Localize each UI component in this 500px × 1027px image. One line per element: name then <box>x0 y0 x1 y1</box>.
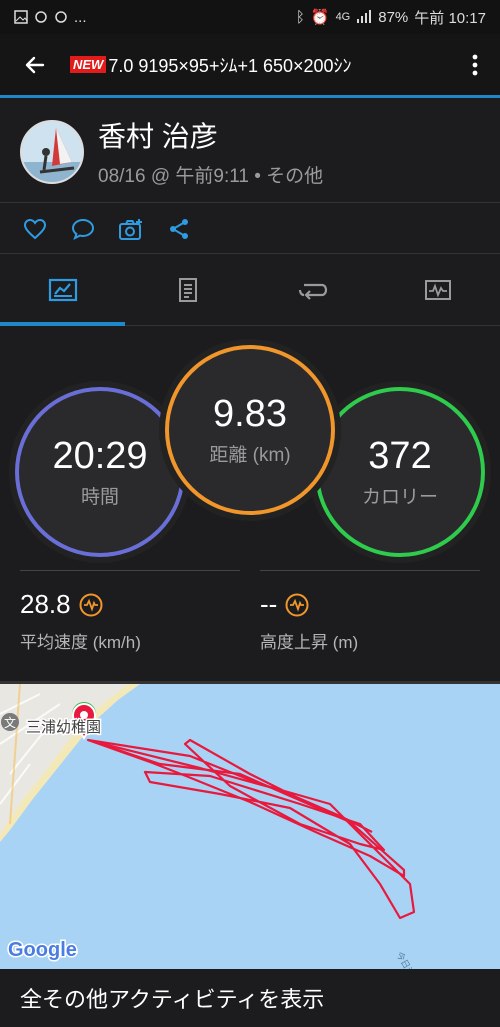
alarm-icon: ⏰ <box>310 9 330 26</box>
battery-level: 87% <box>378 8 409 26</box>
calories-value: 372 <box>368 435 432 477</box>
sync-icon <box>55 11 67 23</box>
clock: 午前 10:17 <box>414 9 486 27</box>
more-vertical-icon <box>472 54 478 75</box>
activity-title-text: 7.0 9195×95+ｼﾑ+1 650×200ｼﾝ <box>108 55 352 76</box>
like-button[interactable] <box>22 216 48 242</box>
tab-overview[interactable] <box>0 254 125 326</box>
distance-value: 9.83 <box>213 393 287 435</box>
map-canvas: 文 三浦幼稚園 今日津 Google <box>0 684 500 969</box>
google-attribution: Google <box>8 939 77 961</box>
new-badge: NEW <box>70 56 107 73</box>
avg-speed-value: 28.8 <box>20 589 71 619</box>
calories-ring: 372 カロリー <box>315 387 485 557</box>
divider <box>260 570 480 571</box>
windsurf-photo-icon <box>22 121 82 182</box>
more-notifications: ... <box>74 8 87 26</box>
arrow-left-icon <box>25 56 45 73</box>
overview-icon <box>48 278 77 301</box>
pulse-circle-icon <box>79 593 103 616</box>
activity-header: 香村 治彦 08/16 @ 午前9:11 • その他 <box>0 101 500 203</box>
route-map[interactable]: 文 三浦幼稚園 今日津 Google <box>0 681 500 969</box>
notification-icons: ... <box>14 9 87 26</box>
time-value: 20:29 <box>52 435 148 477</box>
back-button[interactable] <box>0 34 70 95</box>
social-actions <box>0 204 500 254</box>
elevation-label: 高度上昇 (m) <box>260 633 359 652</box>
place-label: 三浦幼稚園 <box>26 718 101 736</box>
avg-speed-label: 平均速度 (km/h) <box>20 633 141 652</box>
svg-text:文: 文 <box>4 715 16 730</box>
chart-icon <box>424 279 451 300</box>
app-bar: NEW 7.0 9195×95+ｼﾑ+1 650×200ｼﾝ <box>0 34 500 98</box>
avatar[interactable] <box>20 119 84 184</box>
user-name[interactable]: 香村 治彦 <box>98 115 323 155</box>
avg-speed-stat: 28.8 平均速度 (km/h) <box>20 570 240 653</box>
calories-label: カロリー <box>361 487 438 508</box>
tab-charts[interactable] <box>375 254 500 325</box>
bluetooth-icon: ᛒ <box>295 8 305 26</box>
gallery-icon <box>14 10 28 24</box>
comment-button[interactable] <box>70 216 96 242</box>
distance-label: 距離 (km) <box>209 445 291 466</box>
add-photo-button[interactable] <box>118 216 144 242</box>
share-button[interactable] <box>166 216 192 242</box>
time-label: 時間 <box>80 487 119 508</box>
tab-laps[interactable] <box>250 254 375 325</box>
elevation-value: -- <box>260 589 278 619</box>
divider <box>20 570 240 571</box>
status-bar: ... ᛒ ⏰ 4G 87% 午前 10:17 <box>0 0 500 34</box>
comment-icon <box>71 218 95 240</box>
activity-title: NEW 7.0 9195×95+ｼﾑ+1 650×200ｼﾝ <box>70 52 450 78</box>
show-all-activities-label: 全その他アクティビティを表示 <box>20 987 325 1012</box>
camera-plus-icon <box>119 218 142 240</box>
time-ring: 20:29 時間 <box>15 387 185 557</box>
network-type: 4G <box>335 11 351 23</box>
heart-icon <box>23 218 47 239</box>
share-icon <box>170 218 188 239</box>
sync-icon <box>35 11 47 23</box>
system-icons: ᛒ ⏰ 4G 87% 午前 10:17 <box>296 7 486 28</box>
activity-meta: 08/16 @ 午前9:11 • その他 <box>98 166 324 187</box>
signal-icon <box>357 10 372 23</box>
tab-details[interactable] <box>125 254 250 325</box>
activity-stats: 20:29 時間 372 カロリー 9.83 距離 (km) 28.8 平均速度… <box>0 327 500 677</box>
activity-tabs <box>0 254 500 326</box>
laps-icon <box>298 283 327 300</box>
overflow-menu-button[interactable] <box>450 34 500 95</box>
show-all-activities-button[interactable]: 全その他アクティビティを表示 <box>0 969 500 1027</box>
elevation-stat: -- 高度上昇 (m) <box>260 570 480 653</box>
distance-ring: 9.83 距離 (km) <box>165 345 335 515</box>
document-icon <box>178 277 197 302</box>
pulse-circle-icon <box>285 593 309 616</box>
